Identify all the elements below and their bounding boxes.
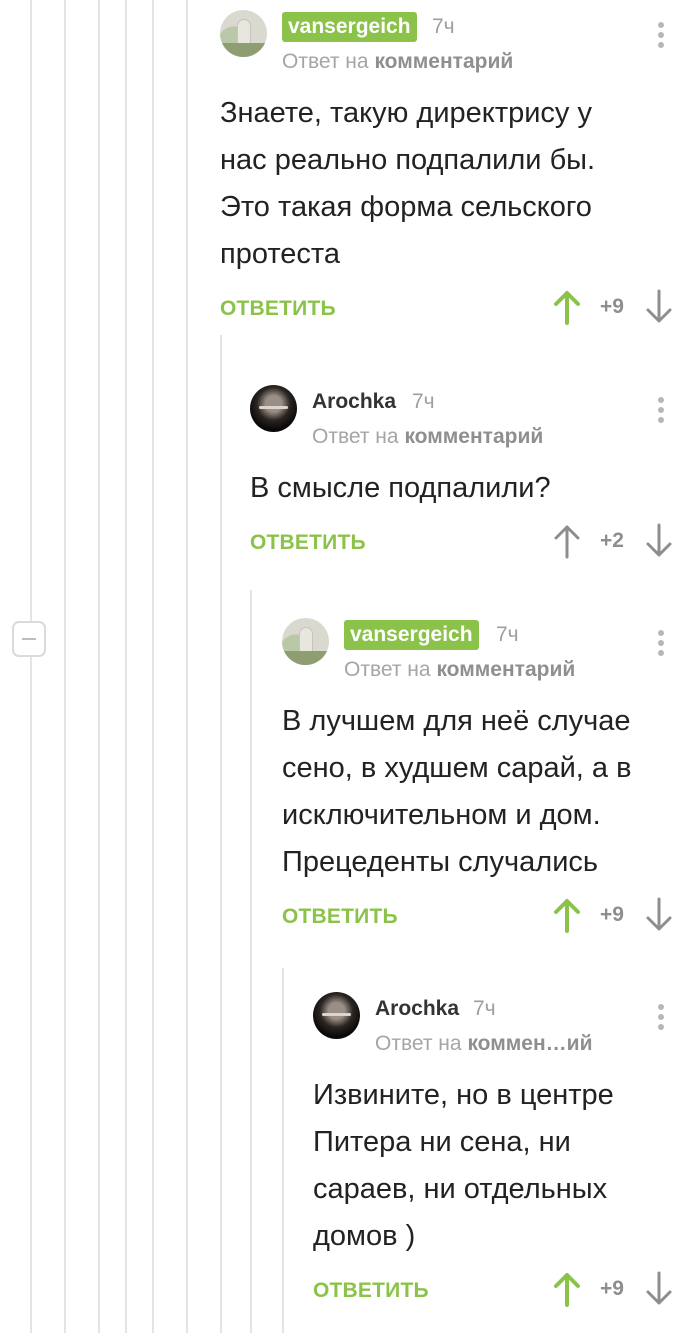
thread-line <box>98 0 100 1333</box>
vote-score: +9 <box>600 295 624 318</box>
comment-time: 7ч <box>412 390 435 413</box>
comment-text: В лучшем для неё случае сено, в худшем с… <box>282 705 632 878</box>
reply-button[interactable]: ОТВЕТИТЬ <box>313 1279 429 1303</box>
comment-time: 7ч <box>432 15 455 38</box>
downvote-arrow-icon[interactable] <box>646 897 672 933</box>
reply-to-link[interactable]: Ответ на комментарий <box>312 425 543 449</box>
comment-time: 7ч <box>473 997 496 1020</box>
comment-text: В смысле подпалили? <box>250 472 551 504</box>
collapse-thread-button[interactable] <box>12 621 46 657</box>
reply-button[interactable]: ОТВЕТИТЬ <box>220 297 336 321</box>
reply-to-link[interactable]: Ответ на коммен…ий <box>375 1032 592 1056</box>
avatar[interactable] <box>250 385 297 432</box>
reply-to-prefix: Ответ на <box>344 658 431 681</box>
thread-line <box>186 0 188 1333</box>
author-name[interactable]: vansergeich <box>344 620 479 650</box>
author-name[interactable]: vansergeich <box>282 12 417 42</box>
downvote-arrow-icon[interactable] <box>646 1271 672 1307</box>
more-options-icon[interactable] <box>658 630 664 660</box>
more-options-icon[interactable] <box>658 397 664 427</box>
vote-score: +9 <box>600 903 624 926</box>
upvote-arrow-icon[interactable] <box>554 1271 580 1307</box>
comment-text: Знаете, такую директрису у нас реально п… <box>220 97 596 270</box>
thread-line <box>220 335 222 1333</box>
avatar[interactable] <box>282 618 329 665</box>
thread-line <box>152 0 154 1333</box>
comment: Arochka 7ч Ответ на комментарий В смысле… <box>250 385 700 567</box>
more-options-icon[interactable] <box>658 22 664 52</box>
avatar[interactable] <box>220 10 267 57</box>
avatar[interactable] <box>313 992 360 1039</box>
thread-line <box>64 0 66 1333</box>
comment: Arochka 7ч Ответ на коммен…ий Извините, … <box>313 992 700 1315</box>
upvote-arrow-icon[interactable] <box>554 523 580 559</box>
reply-button[interactable]: ОТВЕТИТЬ <box>282 905 398 929</box>
vote-score: +9 <box>600 1277 624 1300</box>
downvote-arrow-icon[interactable] <box>646 289 672 325</box>
reply-to-target[interactable]: комментарий <box>374 50 513 73</box>
thread-line <box>282 968 284 1333</box>
reply-to-prefix: Ответ на <box>312 425 399 448</box>
reply-to-link[interactable]: Ответ на комментарий <box>282 50 513 74</box>
reply-to-link[interactable]: Ответ на комментарий <box>344 658 575 682</box>
upvote-arrow-icon[interactable] <box>554 289 580 325</box>
comment: vansergeich 7ч Ответ на комментарий В лу… <box>282 618 700 941</box>
reply-to-prefix: Ответ на <box>282 50 369 73</box>
author-name[interactable]: Arochka <box>375 994 459 1024</box>
thread-line <box>30 0 32 1333</box>
comment-text: Извините, но в центре Питера ни сена, ни… <box>313 1079 614 1252</box>
comment-time: 7ч <box>496 623 519 646</box>
reply-to-prefix: Ответ на <box>375 1032 462 1055</box>
reply-to-target[interactable]: комментарий <box>404 425 543 448</box>
thread-line <box>125 0 127 1333</box>
more-options-icon[interactable] <box>658 1004 664 1034</box>
reply-button[interactable]: ОТВЕТИТЬ <box>250 531 366 555</box>
author-name[interactable]: Arochka <box>312 387 396 417</box>
downvote-arrow-icon[interactable] <box>646 523 672 559</box>
thread-line <box>250 590 252 1333</box>
reply-to-target[interactable]: коммен…ий <box>467 1032 592 1055</box>
upvote-arrow-icon[interactable] <box>554 897 580 933</box>
comment: vansergeich 7ч Ответ на комментарий Знае… <box>220 10 700 333</box>
vote-score: +2 <box>600 529 624 552</box>
reply-to-target[interactable]: комментарий <box>436 658 575 681</box>
